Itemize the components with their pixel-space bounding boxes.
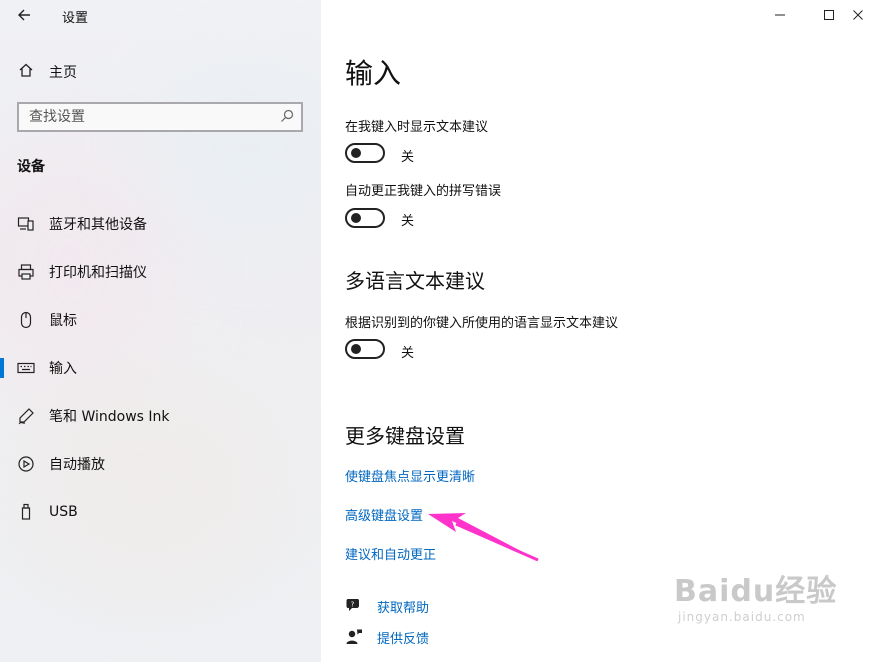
toggle-knob bbox=[351, 344, 361, 354]
sidebar-item-pen[interactable]: 笔和 Windows Ink bbox=[0, 396, 321, 436]
get-help-link[interactable]: ? 获取帮助 bbox=[345, 596, 429, 616]
toggle-state-text: 关 bbox=[401, 346, 415, 361]
sidebar: 设置 主页 设备 蓝牙和其他设备 打印机和扫描仪 鼠标 bbox=[0, 0, 321, 662]
search-box[interactable] bbox=[17, 102, 303, 132]
minimize-icon[interactable] bbox=[757, 0, 803, 30]
search-icon[interactable] bbox=[279, 108, 295, 124]
sidebar-item-label: 蓝牙和其他设备 bbox=[49, 217, 147, 233]
feedback-label: 提供反馈 bbox=[377, 631, 430, 647]
sidebar-item-usb[interactable]: USB bbox=[0, 492, 321, 532]
multilang-label: 根据识别到的你键入所使用的语言显示文本建议 bbox=[345, 316, 619, 331]
home-icon bbox=[17, 62, 35, 82]
suggestions-autocorrect-link[interactable]: 建议和自动更正 bbox=[345, 544, 436, 563]
selection-indicator bbox=[0, 358, 4, 378]
back-arrow-icon[interactable] bbox=[16, 4, 36, 26]
search-input[interactable] bbox=[27, 108, 271, 126]
toggle-state-text: 关 bbox=[401, 150, 415, 165]
text-suggestions-toggle[interactable] bbox=[345, 143, 385, 163]
sidebar-item-label: 笔和 Windows Ink bbox=[49, 409, 170, 425]
feedback-link[interactable]: 提供反馈 bbox=[345, 627, 429, 647]
sidebar-item-label: 鼠标 bbox=[49, 313, 77, 329]
toggle-state-text: 关 bbox=[401, 214, 415, 229]
multilang-heading: 多语言文本建议 bbox=[345, 269, 485, 293]
sidebar-item-autoplay[interactable]: 自动播放 bbox=[0, 444, 321, 484]
advanced-keyboard-link[interactable]: 高级键盘设置 bbox=[345, 505, 423, 524]
section-title: 设备 bbox=[17, 159, 45, 175]
close-icon[interactable] bbox=[835, 0, 881, 30]
sidebar-item-typing[interactable]: 输入 bbox=[0, 348, 321, 388]
keyboard-focus-link[interactable]: 使键盘焦点显示更清晰 bbox=[345, 466, 475, 485]
sidebar-item-mouse[interactable]: 鼠标 bbox=[0, 300, 321, 340]
autocorrect-label: 自动更正我键入的拼写错误 bbox=[345, 184, 502, 199]
more-keyboard-heading: 更多键盘设置 bbox=[345, 424, 465, 448]
bluetooth-devices-icon bbox=[17, 215, 35, 233]
window-title: 设置 bbox=[62, 11, 89, 26]
toggle-knob bbox=[351, 148, 361, 158]
page-title: 输入 bbox=[345, 57, 402, 90]
mouse-icon bbox=[17, 311, 35, 329]
sidebar-item-label: 打印机和扫描仪 bbox=[49, 265, 147, 281]
get-help-label: 获取帮助 bbox=[377, 600, 430, 616]
sidebar-item-label: 自动播放 bbox=[49, 457, 105, 473]
toggle-knob bbox=[351, 213, 361, 223]
home-nav-item[interactable]: 主页 bbox=[17, 62, 77, 82]
usb-icon bbox=[17, 503, 35, 521]
multilang-toggle[interactable] bbox=[345, 339, 385, 359]
help-chat-icon: ? bbox=[345, 597, 363, 615]
printer-icon bbox=[17, 263, 35, 281]
autocorrect-toggle[interactable] bbox=[345, 208, 385, 228]
autoplay-icon bbox=[17, 455, 35, 473]
home-label: 主页 bbox=[49, 65, 77, 81]
feedback-icon bbox=[345, 628, 363, 646]
pen-icon bbox=[17, 407, 35, 425]
sidebar-item-label: 输入 bbox=[49, 361, 77, 377]
keyboard-icon bbox=[17, 359, 35, 377]
sidebar-item-printers[interactable]: 打印机和扫描仪 bbox=[0, 252, 321, 292]
text-suggestions-label: 在我键入时显示文本建议 bbox=[345, 120, 489, 135]
sidebar-item-label: USB bbox=[49, 504, 78, 520]
sidebar-item-bluetooth[interactable]: 蓝牙和其他设备 bbox=[0, 204, 321, 244]
svg-text:?: ? bbox=[351, 601, 355, 609]
